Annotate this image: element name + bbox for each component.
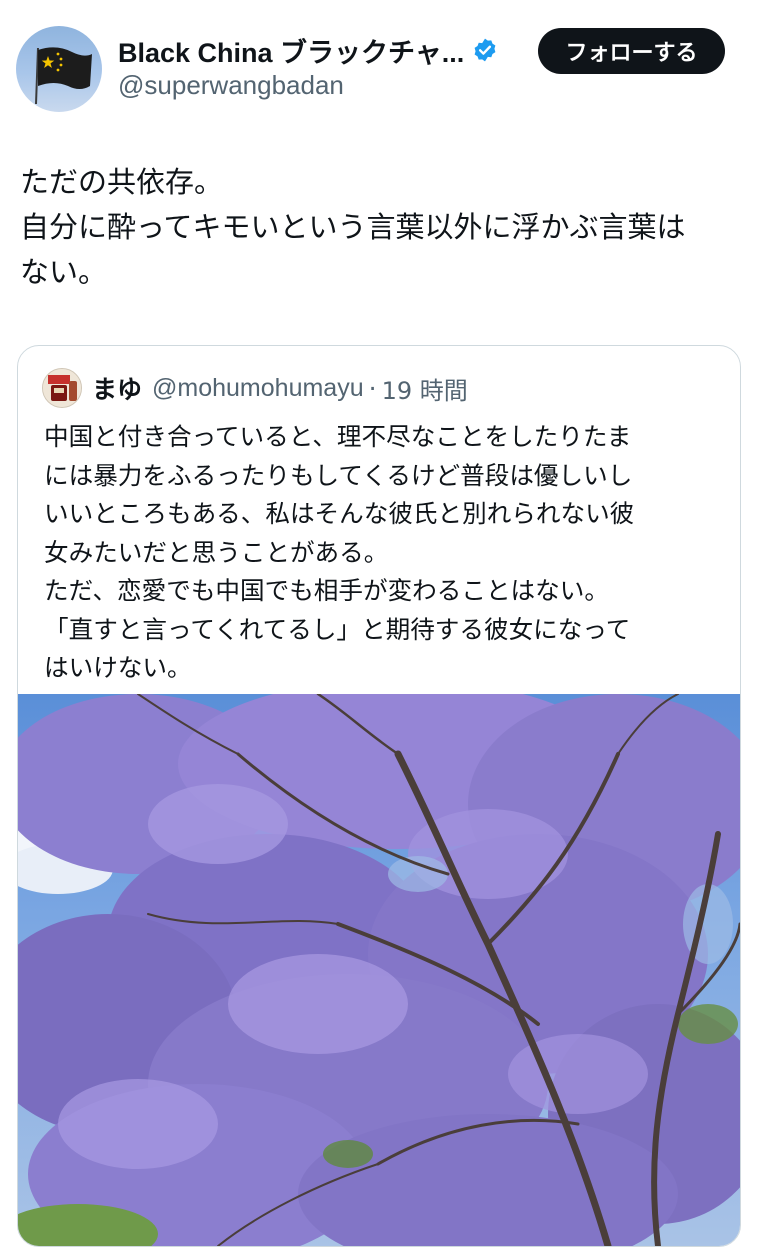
quoted-line: には暴力をふるったりもしてくるけど普段は優しいし — [44, 460, 633, 490]
tweet-line: 自分に酔ってキモいという言葉以外に浮かぶ言葉は — [20, 210, 686, 244]
quoted-author-handle[interactable]: @mohumohumayu — [152, 374, 364, 403]
quoted-author-avatar[interactable] — [42, 368, 82, 408]
tweet-line: ただの共依存。 — [20, 165, 224, 199]
separator-dot: · — [368, 373, 377, 403]
verified-badge-icon — [474, 38, 496, 62]
follow-button[interactable]: フォローする — [538, 28, 725, 74]
tweet-body: ただの共依存。 自分に酔ってキモいという言葉以外に浮かぶ言葉は ない。 — [20, 160, 740, 295]
quoted-tweet-body: 中国と付き合っていると、理不尽なことをしたりたま には暴力をふるったりもしてくる… — [44, 418, 724, 688]
quoted-author-name[interactable]: まゆ — [92, 370, 142, 406]
author-avatar[interactable] — [16, 26, 102, 112]
quoted-tweet-header: まゆ @mohumohumayu · 19 時間 — [42, 368, 468, 408]
quoted-tweet-card[interactable]: まゆ @mohumohumayu · 19 時間 中国と付き合っていると、理不尽… — [17, 345, 741, 1247]
quoted-avatar-image-icon — [43, 369, 81, 407]
quoted-line: ただ、恋愛でも中国でも相手が変わることはない。 — [44, 576, 609, 605]
tweet-header: Black China ブラックチャ... @superwangbadan フォ… — [0, 0, 758, 120]
quoted-line: 「直すと言ってくれてるし」と期待する彼女になって — [44, 614, 631, 644]
author-name-row: Black China ブラックチャ... — [118, 30, 498, 70]
quoted-line: いいところもある、私はそんな彼氏と別れられない彼 — [44, 499, 635, 528]
author-display-name[interactable]: Black China ブラックチャ... — [118, 31, 464, 70]
quoted-timestamp[interactable]: 19 時間 — [382, 371, 468, 406]
quoted-media-image[interactable] — [18, 694, 740, 1246]
quoted-line: 女みたいだと思うことがある。 — [44, 537, 389, 567]
tweet-line: ない。 — [20, 255, 108, 289]
quoted-line: 中国と付き合っていると、理不尽なことをしたりたま — [44, 422, 632, 451]
quoted-line: はいけない。 — [44, 653, 192, 682]
flag-avatar-icon — [35, 47, 92, 105]
author-handle[interactable]: @superwangbadan — [118, 70, 344, 101]
jacaranda-tree-photo — [18, 694, 740, 1246]
